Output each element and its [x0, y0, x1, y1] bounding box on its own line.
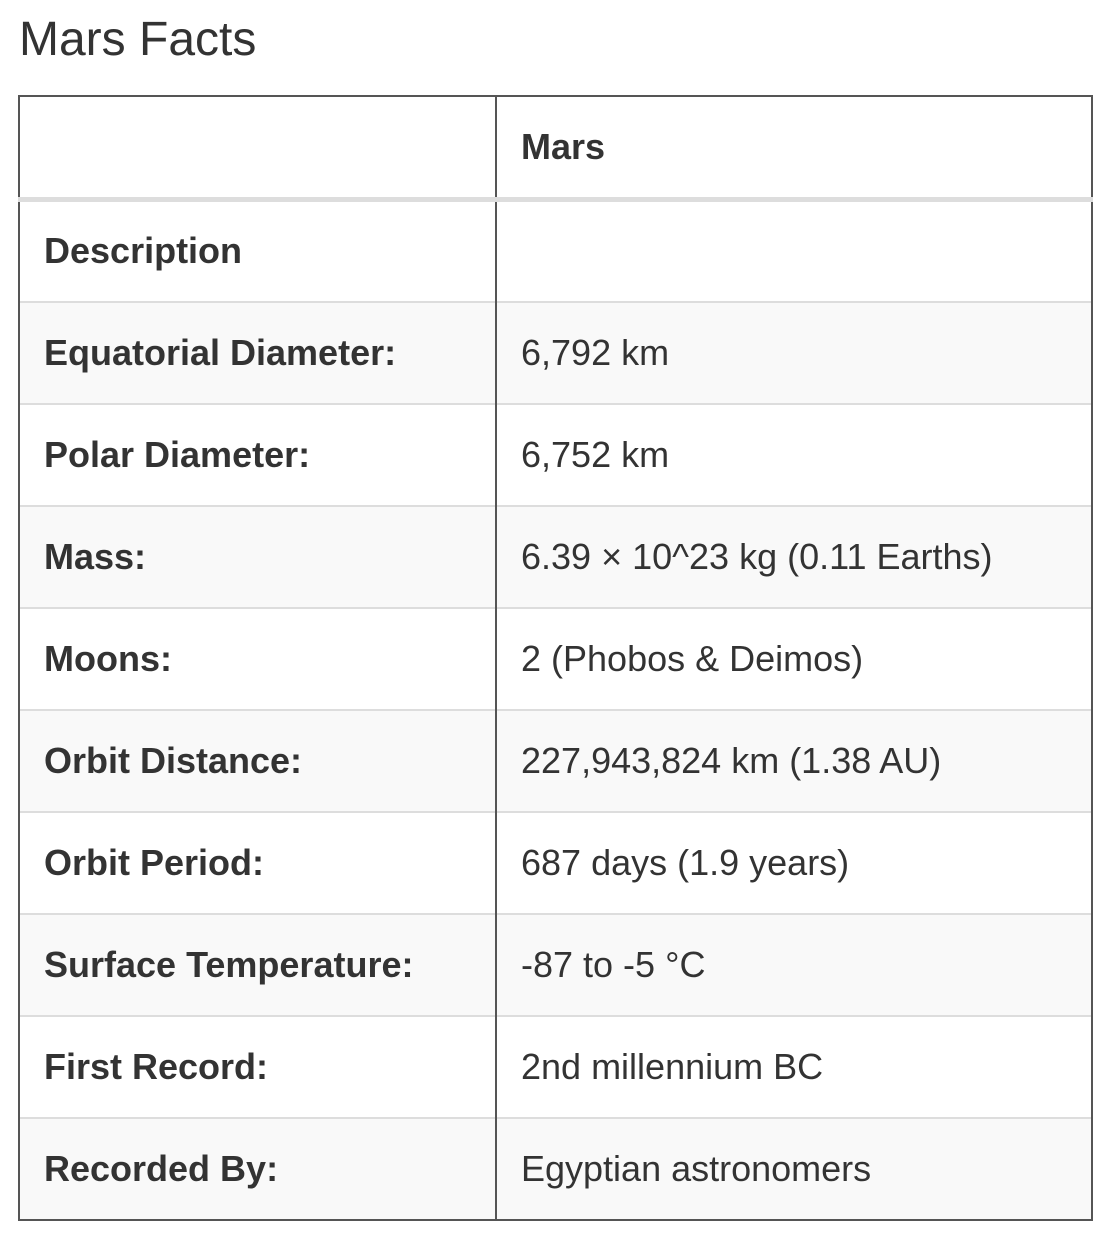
table-row: Surface Temperature: -87 to -5 °C	[18, 912, 1093, 1016]
row-value: 227,943,824 km (1.38 AU)	[495, 708, 1093, 812]
row-label: Description	[18, 199, 497, 302]
table-row: Equatorial Diameter: 6,792 km	[18, 300, 1093, 404]
header-cell-label	[18, 96, 497, 202]
row-label: Moons:	[18, 606, 497, 710]
row-label: Mass:	[18, 504, 497, 608]
table-row: Orbit Distance: 227,943,824 km (1.38 AU)	[18, 708, 1093, 812]
row-value: 687 days (1.9 years)	[495, 810, 1093, 914]
row-label: Polar Diameter:	[18, 402, 497, 506]
table-row: Mass: 6.39 × 10^23 kg (0.11 Earths)	[18, 504, 1093, 608]
header-cell-planet: Mars	[495, 96, 1093, 202]
row-value	[495, 199, 1093, 302]
table-row: Recorded By: Egyptian astronomers	[18, 1116, 1093, 1220]
page-title: Mars Facts	[19, 13, 257, 66]
row-value: 6.39 × 10^23 kg (0.11 Earths)	[495, 504, 1093, 608]
row-value: -87 to -5 °C	[495, 912, 1093, 1016]
table-row: Polar Diameter: 6,752 km	[18, 402, 1093, 506]
row-value: 2 (Phobos & Deimos)	[495, 606, 1093, 710]
row-label: Surface Temperature:	[18, 912, 497, 1016]
row-value: Egyptian astronomers	[495, 1116, 1093, 1220]
row-label: Orbit Period:	[18, 810, 497, 914]
row-value: 2nd millennium BC	[495, 1014, 1093, 1118]
row-label: First Record:	[18, 1014, 497, 1118]
table-row: Description	[18, 199, 1093, 302]
row-value: 6,792 km	[495, 300, 1093, 404]
table-body: Description Equatorial Diameter: 6,792 k…	[18, 199, 1093, 1220]
row-label: Equatorial Diameter:	[18, 300, 497, 404]
table-row: Orbit Period: 687 days (1.9 years)	[18, 810, 1093, 914]
table-row: First Record: 2nd millennium BC	[18, 1014, 1093, 1118]
table-header-row: Mars	[18, 96, 1093, 202]
row-value: 6,752 km	[495, 402, 1093, 506]
row-label: Orbit Distance:	[18, 708, 497, 812]
table-row: Moons: 2 (Phobos & Deimos)	[18, 606, 1093, 710]
table-header: Mars	[18, 96, 1093, 202]
mars-facts-table: Mars Description Equatorial Diameter: 6,…	[18, 95, 1093, 1221]
row-label: Recorded By:	[18, 1116, 497, 1220]
